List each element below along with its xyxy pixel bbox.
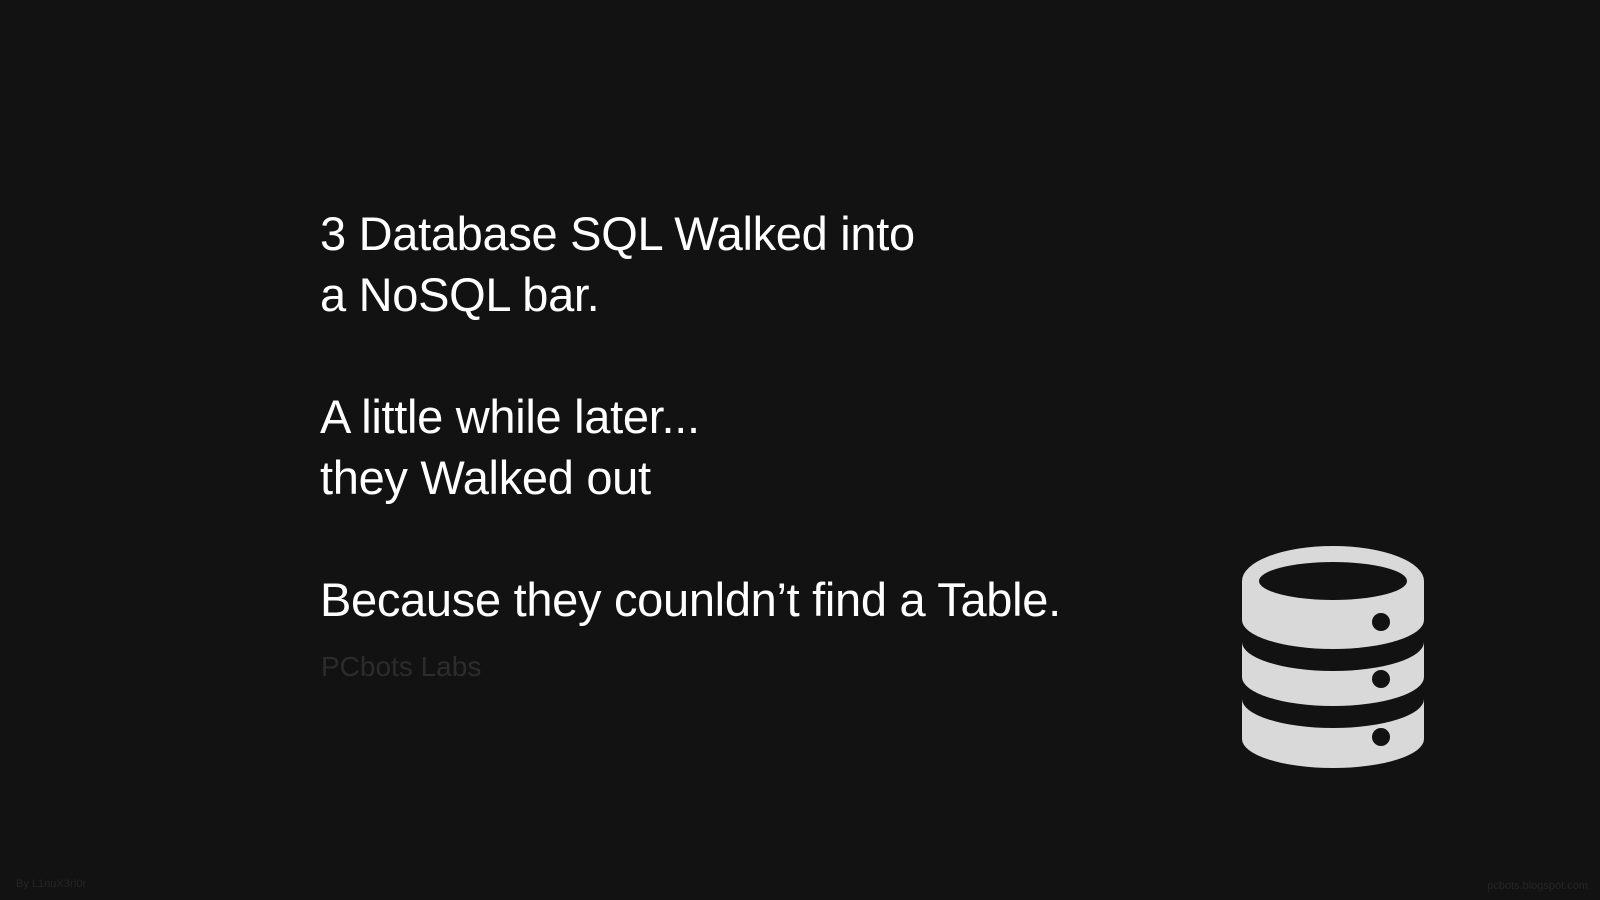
meme-slide: 3 Database SQL Walked into a NoSQL bar. … — [0, 0, 1600, 900]
joke-line-2: a NoSQL bar. — [320, 268, 600, 321]
joke-line-3: A little while later... — [320, 390, 700, 443]
joke-line-4: they Walked out — [320, 451, 651, 504]
signature: PCbots Labs — [321, 651, 482, 682]
site-credit: pcbots.blogspot.com — [1487, 880, 1588, 892]
joke-line-1: 3 Database SQL Walked into — [320, 207, 915, 260]
author-credit: By L1nuX3r!0r — [16, 878, 87, 890]
database-icon — [1242, 546, 1424, 768]
joke-punchline: Because they counldn’t find a Table. — [320, 573, 1061, 626]
joke-text: 3 Database SQL Walked into a NoSQL bar. … — [320, 203, 1061, 630]
